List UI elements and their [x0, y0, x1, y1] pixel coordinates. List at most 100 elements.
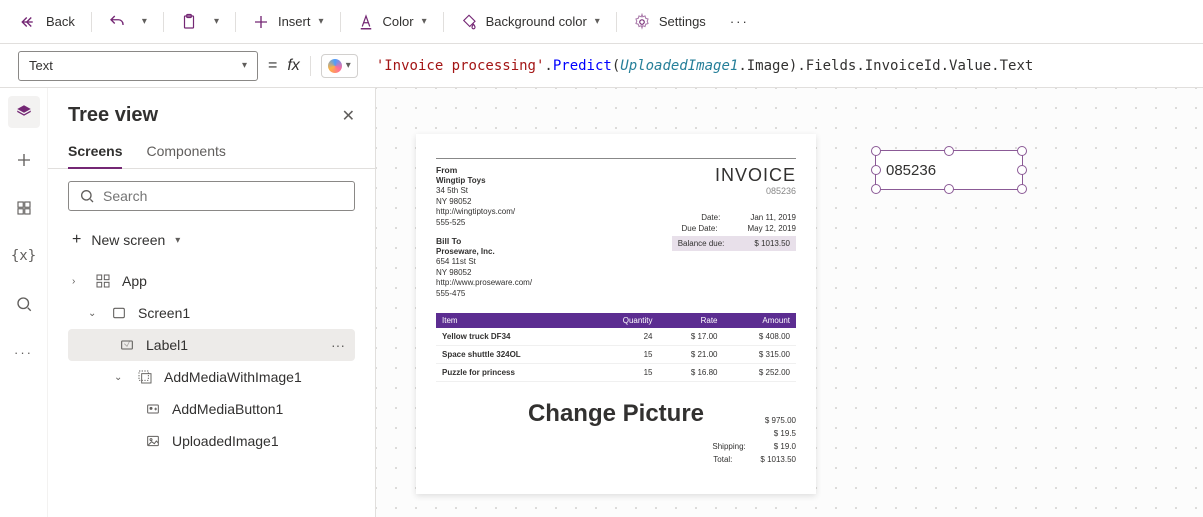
main-area: {x} ··· Tree view ✕ Screens Components +… — [0, 88, 1203, 517]
from-name: Wingtip Toys — [436, 176, 532, 186]
invoice-table: Item Quantity Rate Amount Yellow truck D… — [436, 313, 796, 382]
settings-button[interactable]: Settings — [633, 13, 706, 31]
paste-button[interactable] — [180, 13, 198, 31]
property-value: Text — [29, 58, 53, 73]
tree-node-app[interactable]: › App — [68, 265, 355, 297]
resize-handle[interactable] — [944, 146, 954, 156]
divider — [235, 12, 236, 32]
label1-control[interactable]: 085236 — [875, 150, 1023, 190]
formula-bar: Text ▾ = fx ▾ 'Invoice processing'.Predi… — [0, 44, 1203, 88]
more-button[interactable]: ··· — [730, 14, 749, 29]
chevron-down-icon: ▾ — [346, 60, 351, 71]
tree-node-addmedia[interactable]: ⌄ AddMediaWithImage1 — [68, 361, 355, 393]
table-row: Space shuttle 324OL15$ 21.00$ 315.00 — [436, 346, 796, 364]
node-more-button[interactable]: ··· — [325, 337, 351, 353]
invoice-totals: $ 975.00 $ 19.5 Shipping:$ 19.0 Total:$ … — [712, 414, 796, 466]
node-label: Screen1 — [138, 305, 190, 321]
invoice-title: INVOICE — [672, 165, 796, 186]
rail-search-button[interactable] — [8, 288, 40, 320]
ellipsis-icon: ··· — [730, 14, 749, 29]
property-selector[interactable]: Text ▾ — [18, 51, 258, 81]
screen-icon — [110, 304, 128, 322]
resize-handle[interactable] — [871, 184, 881, 194]
copilot-icon — [328, 59, 342, 73]
formula-input[interactable]: 'Invoice processing'.Predict(UploadedIma… — [368, 58, 1185, 74]
table-row: Puzzle for princess15$ 16.80$ 252.00 — [436, 364, 796, 382]
search-field[interactable] — [103, 188, 344, 204]
color-button[interactable]: Color ▾ — [357, 13, 427, 31]
node-label: UploadedImage1 — [172, 433, 279, 449]
equals-sign: = — [268, 57, 277, 75]
rail-insert-button[interactable] — [8, 144, 40, 176]
tree-view-panel: Tree view ✕ Screens Components + New scr… — [48, 88, 376, 517]
search-input[interactable] — [68, 181, 355, 211]
tab-screens[interactable]: Screens — [68, 135, 122, 169]
close-icon[interactable]: ✕ — [342, 106, 355, 126]
back-button[interactable]: Back — [20, 13, 75, 31]
layers-icon — [15, 103, 33, 121]
divider — [163, 12, 164, 32]
image-icon — [144, 432, 162, 450]
node-label: App — [122, 273, 147, 289]
chevron-down-icon: ⌄ — [114, 372, 126, 383]
canvas[interactable]: From Wingtip Toys 34 5th St NY 98052 htt… — [376, 88, 1203, 517]
billto-label: Bill To — [436, 236, 532, 247]
bg-color-label: Background color — [486, 14, 587, 29]
chevron-down-icon: ▾ — [422, 16, 427, 27]
app-icon — [94, 272, 112, 290]
chevron-down-icon: ⌄ — [88, 308, 100, 319]
media-button-icon — [144, 400, 162, 418]
tree-tabs: Screens Components — [48, 135, 375, 169]
fx-param: UploadedImage1 — [620, 58, 738, 74]
divider — [616, 12, 617, 32]
group-icon — [136, 368, 154, 386]
fx-string: 'Invoice processing' — [376, 58, 545, 74]
rail-tree-button[interactable] — [8, 96, 40, 128]
table-row: Yellow truck DF3424$ 17.00$ 408.00 — [436, 328, 796, 346]
divider — [310, 56, 311, 76]
copilot-button[interactable]: ▾ — [321, 54, 358, 78]
undo-button[interactable] — [108, 13, 126, 31]
tree-node-uploadedimage[interactable]: UploadedImage1 — [68, 425, 355, 457]
rail-data-button[interactable] — [8, 192, 40, 224]
paint-bucket-icon — [460, 13, 478, 31]
rail-vars-button[interactable]: {x} — [8, 240, 40, 272]
fx-icon[interactable]: fx — [287, 57, 299, 75]
back-label: Back — [46, 14, 75, 29]
from-label: From — [436, 165, 532, 176]
resize-handle[interactable] — [871, 165, 881, 175]
resize-handle[interactable] — [1017, 165, 1027, 175]
resize-handle[interactable] — [871, 146, 881, 156]
node-label: AddMediaButton1 — [172, 401, 283, 417]
chevron-down-icon: ▾ — [175, 235, 180, 246]
canvas-screen[interactable]: From Wingtip Toys 34 5th St NY 98052 htt… — [416, 134, 816, 494]
tree-node-addbutton[interactable]: AddMediaButton1 — [68, 393, 355, 425]
paste-dropdown[interactable]: ▾ — [214, 16, 219, 27]
resize-handle[interactable] — [1017, 184, 1027, 194]
arrow-left-icon — [20, 13, 38, 31]
resize-handle[interactable] — [1017, 146, 1027, 156]
grid-icon — [15, 199, 33, 217]
tree-node-label1[interactable]: Label1 ··· — [68, 329, 355, 361]
bg-color-button[interactable]: Background color ▾ — [460, 13, 600, 31]
plus-icon — [15, 151, 33, 169]
insert-button[interactable]: Insert ▾ — [252, 13, 324, 31]
undo-dropdown[interactable]: ▾ — [142, 16, 147, 27]
tree-node-screen1[interactable]: ⌄ Screen1 — [68, 297, 355, 329]
divider — [340, 12, 341, 32]
label1-text: 085236 — [886, 162, 936, 179]
color-label: Color — [383, 14, 414, 29]
variables-icon: {x} — [11, 248, 36, 264]
divider — [443, 12, 444, 32]
new-screen-button[interactable]: + New screen ▾ — [68, 223, 355, 257]
settings-label: Settings — [659, 14, 706, 29]
undo-icon — [108, 13, 126, 31]
resize-handle[interactable] — [944, 184, 954, 194]
node-label: Label1 — [146, 337, 188, 353]
invoice-number: 085236 — [672, 186, 796, 196]
rail-more-button[interactable]: ··· — [8, 336, 40, 368]
tab-components[interactable]: Components — [146, 135, 225, 168]
divider — [91, 12, 92, 32]
chevron-down-icon: ▾ — [318, 16, 323, 27]
insert-label: Insert — [278, 14, 311, 29]
